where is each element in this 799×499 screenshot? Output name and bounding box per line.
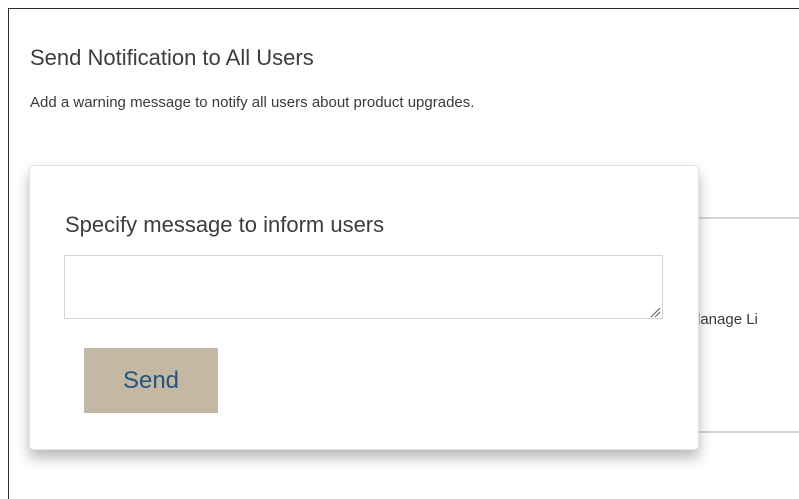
- resize-handle-icon[interactable]: [649, 306, 661, 318]
- notification-popup: Specify message to inform users Send: [29, 165, 699, 450]
- send-button[interactable]: Send: [84, 348, 218, 413]
- popup-content: Specify message to inform users Send: [50, 176, 678, 439]
- message-label: Specify message to inform users: [65, 212, 385, 237]
- message-input[interactable]: [64, 255, 663, 319]
- page-title: Send Notification to All Users: [30, 45, 314, 70]
- page-frame: Send Notification to All Users Add a war…: [8, 8, 799, 499]
- manage-licenses-link[interactable]: lanage Li: [697, 311, 758, 328]
- page-subtitle: Add a warning message to notify all user…: [30, 94, 475, 111]
